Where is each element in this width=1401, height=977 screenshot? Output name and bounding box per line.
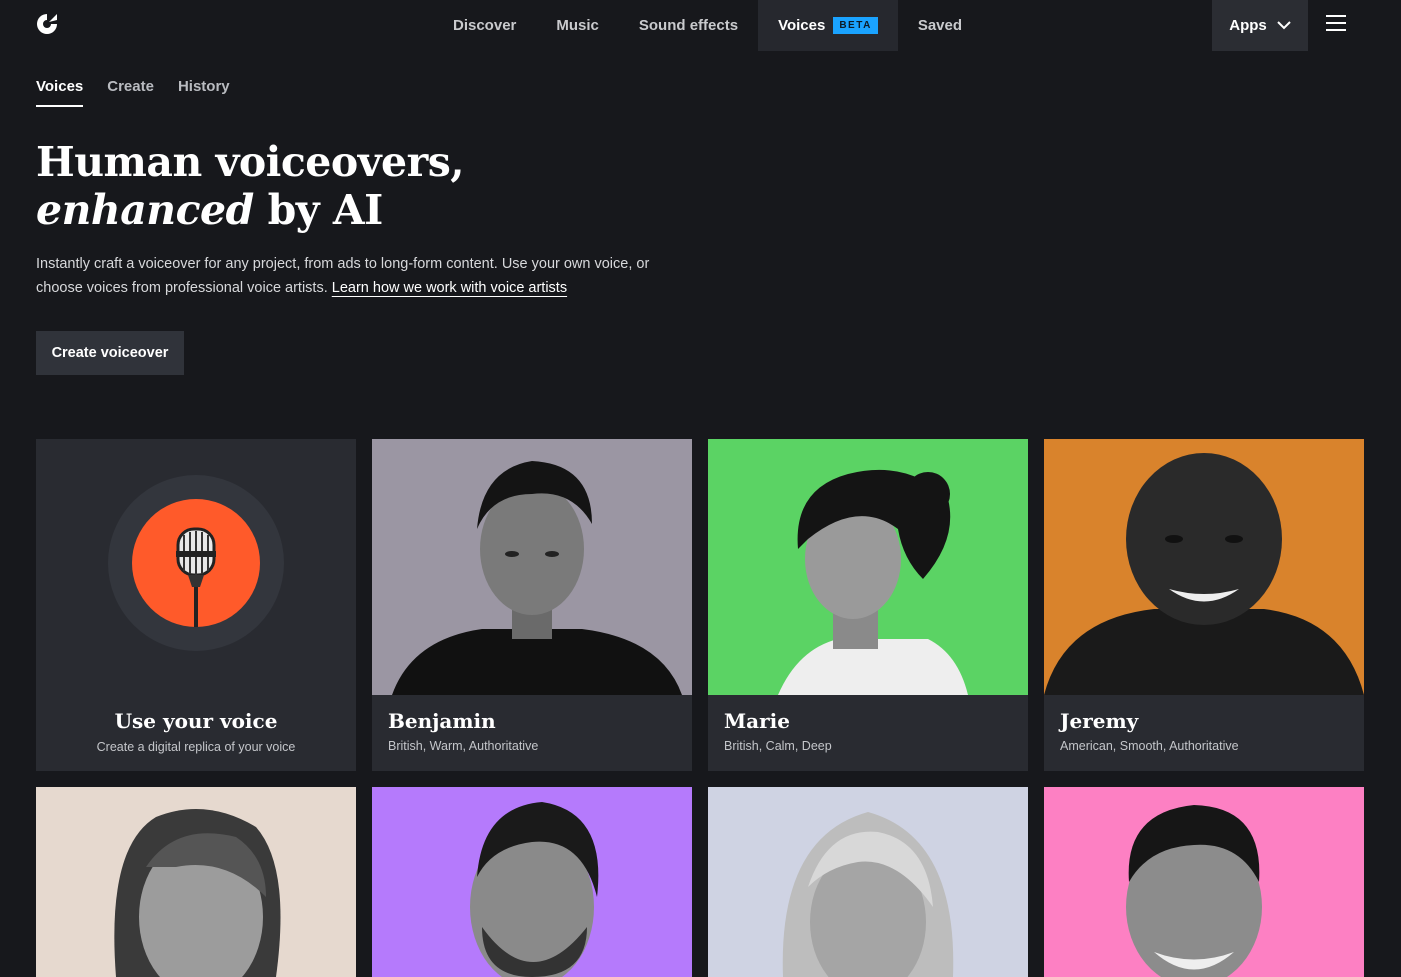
main-nav: Discover Music Sound effects Voices BETA… [433,0,982,51]
beta-badge: BETA [833,17,878,34]
voice-tags: British, Warm, Authoritative [388,739,539,753]
microphone-icon [176,527,216,627]
portrait-woman-light-hair [708,787,1028,977]
voice-name: Jeremy [1060,709,1139,733]
learn-more-link[interactable]: Learn how we work with voice artists [332,280,567,296]
voice-card-5[interactable] [36,787,356,977]
voice-info: Benjamin British, Warm, Authoritative [372,695,692,771]
apps-dropdown-button[interactable]: Apps [1212,0,1308,51]
portrait-bearded-man [372,787,692,977]
voice-tags: American, Smooth, Authoritative [1060,739,1239,753]
voice-name: Benjamin [388,709,496,733]
voice-card-benjamin[interactable]: Benjamin British, Warm, Authoritative [372,439,692,771]
portrait-marie [708,439,1028,695]
voice-card-7[interactable] [708,787,1028,977]
use-your-voice-card[interactable]: Use your voice Create a digital replica … [36,439,356,771]
voice-card-jeremy[interactable]: Jeremy American, Smooth, Authoritative [1044,439,1364,771]
portrait-benjamin [372,439,692,695]
chevron-down-icon [1277,21,1291,30]
nav-saved[interactable]: Saved [898,0,982,51]
logo-icon[interactable] [36,12,58,36]
nav-voices[interactable]: Voices BETA [758,0,898,51]
tab-history[interactable]: History [178,78,230,107]
voice-info: Jeremy American, Smooth, Authoritative [1044,695,1364,771]
hero-description: Instantly craft a voiceover for any proj… [36,256,650,296]
voice-photo [1044,439,1364,695]
nav-sound-effects[interactable]: Sound effects [619,0,758,51]
mic-circle [132,499,260,627]
top-bar: Discover Music Sound effects Voices BETA… [0,0,1401,51]
voice-card-marie[interactable]: Marie British, Calm, Deep [708,439,1028,771]
tab-voices[interactable]: Voices [36,78,84,107]
portrait-jeremy [1044,439,1364,695]
voice-photo [708,439,1028,695]
voice-card-6[interactable] [372,787,692,977]
voice-photo [372,439,692,695]
voice-name: Marie [724,709,790,733]
use-your-voice-title: Use your voice [114,709,278,733]
create-voiceover-button[interactable]: Create voiceover [36,331,184,375]
tab-create[interactable]: Create [107,78,154,107]
voice-info: Marie British, Calm, Deep [708,695,1028,771]
voice-card-8[interactable] [1044,787,1364,977]
page-title: Human voiceovers, enhanced by AI [36,138,465,234]
nav-music[interactable]: Music [536,0,619,51]
nav-discover[interactable]: Discover [433,0,536,51]
portrait-woman-blonde [36,787,356,977]
use-your-voice-subtitle: Create a digital replica of your voice [96,740,296,754]
voice-tags: British, Calm, Deep [724,739,832,753]
sub-tabs: Voices Create History [36,78,230,107]
mic-ring [108,475,284,651]
hamburger-menu-icon[interactable] [1326,14,1346,32]
portrait-smiling-man [1044,787,1364,977]
